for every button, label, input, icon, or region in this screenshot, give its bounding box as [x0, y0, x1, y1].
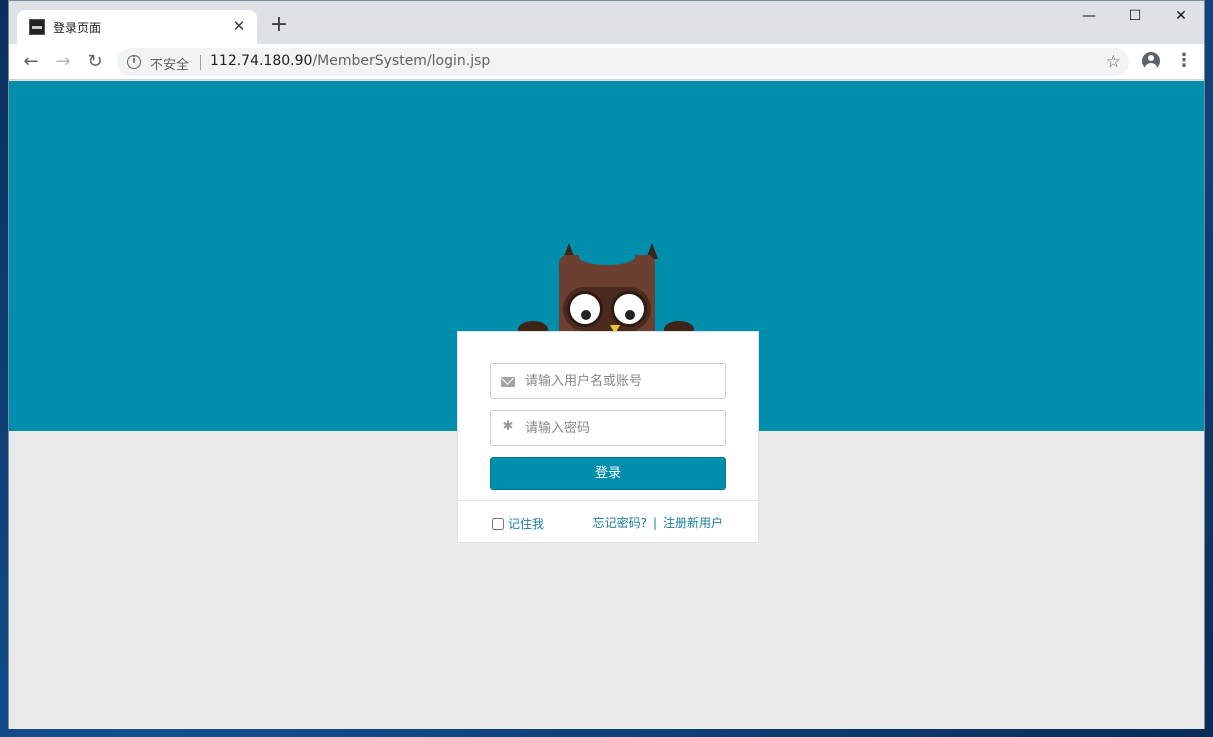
maximize-button[interactable]: ☐	[1112, 1, 1158, 31]
owl-head	[559, 249, 655, 335]
remember-me[interactable]: 记住我	[492, 515, 544, 532]
owl-pupil	[581, 310, 591, 320]
minimize-button[interactable]: —	[1066, 1, 1112, 31]
reload-button[interactable]: ↻	[83, 50, 107, 74]
url-text[interactable]: 112.74.180.90/MemberSystem/login.jsp	[210, 53, 490, 69]
tab-title: 登录页面	[53, 21, 102, 35]
owl-eye-right	[611, 291, 647, 327]
link-separator: |	[652, 516, 657, 530]
url-path: /MemberSystem/login.jsp	[312, 53, 491, 69]
page-viewport: ✱ 登录 记住我 忘记密码? | 注册新用户	[9, 81, 1204, 729]
asterisk-icon: ✱	[502, 419, 514, 434]
login-button[interactable]: 登录	[490, 457, 726, 490]
forward-button[interactable]: →	[51, 50, 75, 74]
tab-close-icon[interactable]: ✕	[229, 16, 249, 36]
new-tab-button[interactable]: +	[267, 14, 291, 38]
tab-login-page[interactable]: 登录页面 ✕	[17, 10, 257, 44]
address-separator	[200, 55, 201, 70]
menu-icon[interactable]: ⋮	[1175, 50, 1193, 74]
back-button[interactable]: ←	[19, 50, 43, 74]
password-field: ✱	[490, 410, 726, 446]
address-bar[interactable]: i 不安全 112.74.180.90/MemberSystem/login.j…	[117, 48, 1129, 76]
favicon-icon	[29, 19, 45, 35]
username-field	[490, 363, 726, 399]
register-link[interactable]: 注册新用户	[663, 516, 723, 530]
password-input[interactable]	[525, 411, 721, 445]
window-controls: — ☐ ✕	[1066, 1, 1204, 31]
browser-window: 登录页面 ✕ + — ☐ ✕ ← → ↻ i 不安全 112.74.180.90…	[8, 0, 1205, 729]
profile-icon[interactable]	[1142, 52, 1160, 70]
tab-strip: 登录页面 ✕ + — ☐ ✕	[9, 1, 1204, 44]
forgot-password-link[interactable]: 忘记密码?	[593, 516, 647, 530]
browser-toolbar: ← → ↻ i 不安全 112.74.180.90/MemberSystem/l…	[9, 44, 1204, 80]
account-links: 忘记密码? | 注册新用户	[593, 514, 723, 531]
owl-pupil	[625, 310, 635, 320]
username-input[interactable]	[525, 364, 721, 398]
remember-me-label: 记住我	[508, 517, 545, 531]
info-icon[interactable]: i	[127, 55, 141, 69]
close-window-button[interactable]: ✕	[1158, 1, 1204, 31]
owl-eye-left	[567, 291, 603, 327]
security-label[interactable]: 不安全	[150, 54, 189, 73]
bookmark-star-icon[interactable]: ☆	[1106, 52, 1121, 72]
owl-mascot	[517, 243, 697, 343]
remember-me-checkbox[interactable]	[492, 517, 504, 530]
url-host: 112.74.180.90	[210, 53, 313, 69]
login-footer: 记住我 忘记密码? | 注册新用户	[458, 500, 758, 543]
envelope-icon	[501, 377, 515, 387]
login-panel: ✱ 登录 记住我 忘记密码? | 注册新用户	[457, 331, 759, 543]
